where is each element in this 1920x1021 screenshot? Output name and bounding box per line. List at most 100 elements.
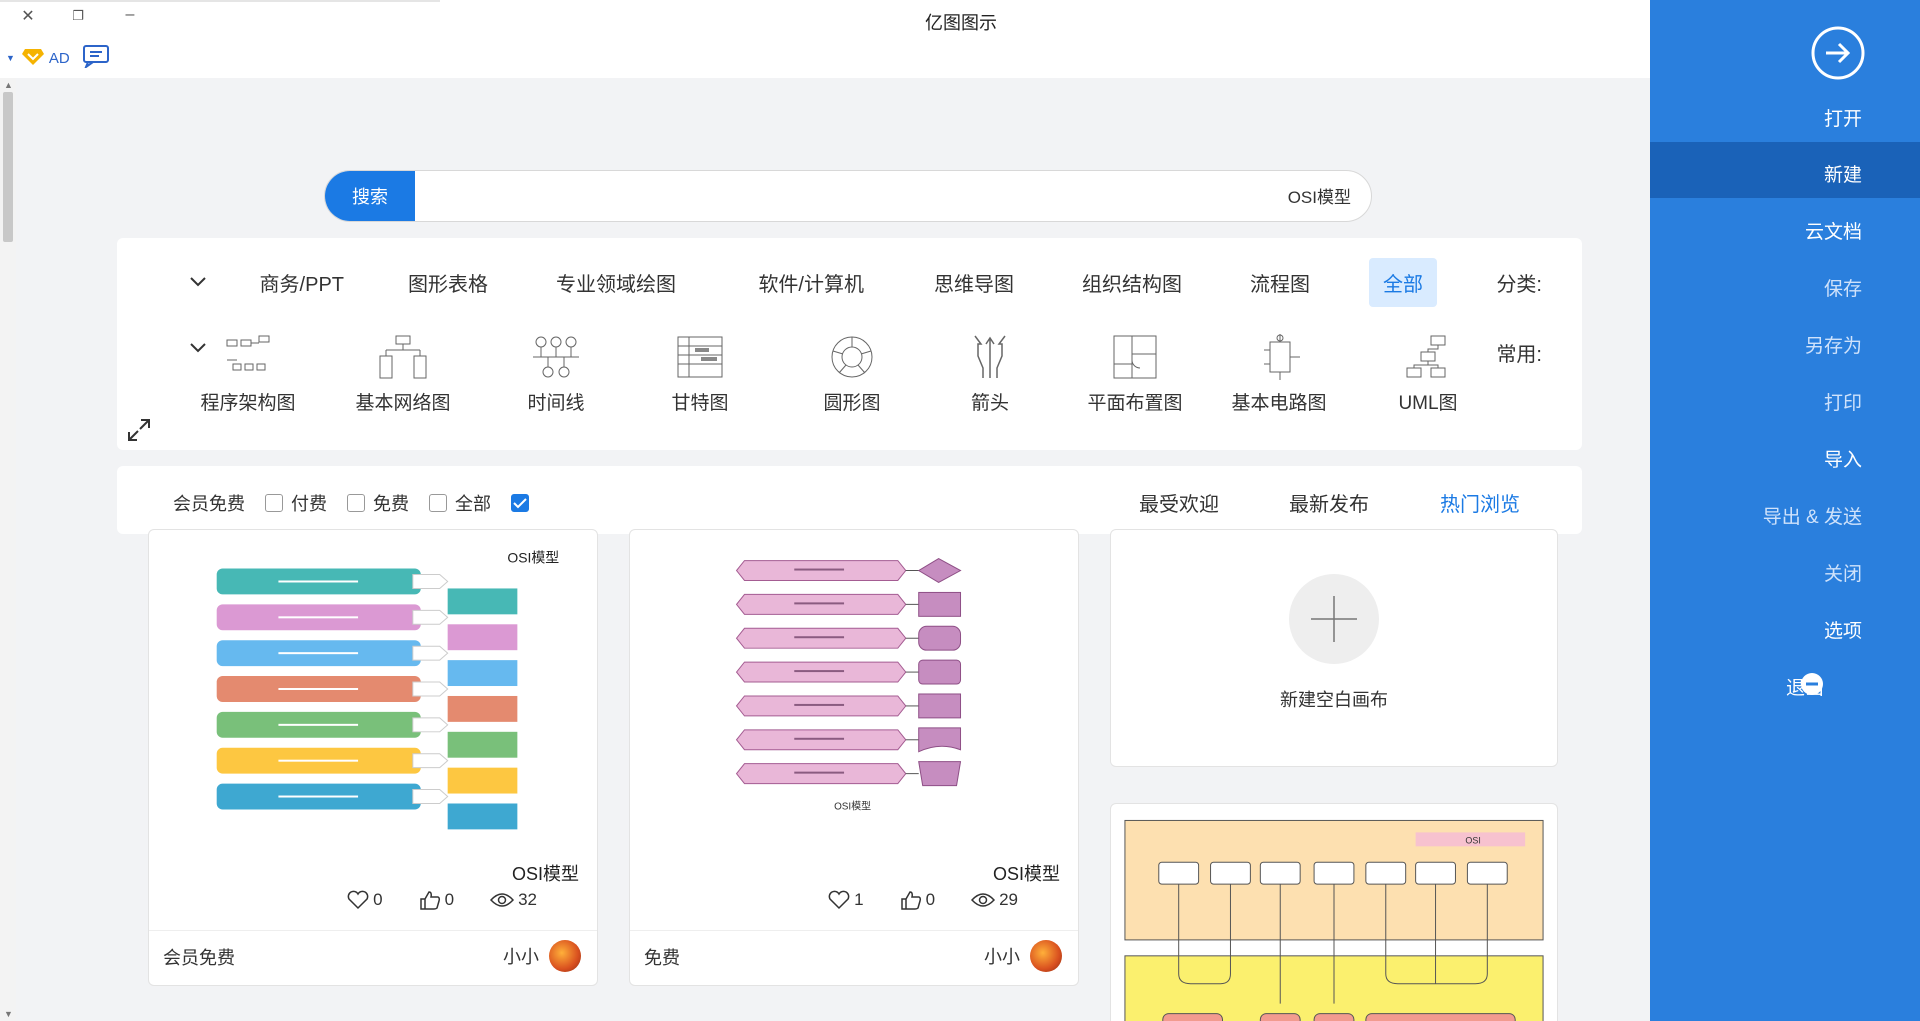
- common-item-label: 基本网络图: [355, 393, 451, 414]
- favorites-stat[interactable]: 1: [828, 890, 864, 910]
- filter-all-checkbox[interactable]: [511, 494, 529, 512]
- common-item-label: 基本电路图: [1231, 393, 1327, 414]
- restore-icon[interactable]: ❐: [68, 8, 88, 24]
- template-thumbnail: OSI模型: [216, 550, 559, 830]
- filter-all-label: 全部: [455, 494, 491, 514]
- filter-member-free-label: 会员免费: [173, 494, 245, 514]
- sidebar-item-export[interactable]: 导出 & 发送: [1763, 502, 1862, 529]
- circle-diagram-icon: [831, 336, 873, 378]
- plus-icon[interactable]: [1289, 574, 1379, 664]
- thumbnail-title: OSI模型: [834, 799, 871, 812]
- scroll-up-arrow-icon[interactable]: ▲: [4, 80, 13, 90]
- search-button[interactable]: 搜索: [325, 171, 415, 221]
- eye-icon: [971, 893, 996, 907]
- sidebar-item-close[interactable]: 关闭: [1824, 559, 1862, 586]
- scrollbar-thumb[interactable]: [3, 92, 13, 242]
- template-title[interactable]: OSI模型: [993, 860, 1060, 886]
- template-title[interactable]: OSI模型: [512, 860, 579, 886]
- filter-paid-label: 付费: [291, 494, 327, 514]
- tab-newest[interactable]: 最新发布: [1289, 488, 1369, 517]
- uml-icon: [1406, 335, 1446, 378]
- favorites-count: 1: [854, 890, 864, 909]
- common-item-label: 箭头: [970, 393, 1009, 414]
- common-program-architecture[interactable]: 程序架构图: [193, 334, 303, 415]
- template-author[interactable]: 小小: [984, 940, 1062, 972]
- template-price: 免费: [644, 948, 680, 968]
- likes-stat[interactable]: 0: [419, 890, 454, 910]
- tab-hot[interactable]: 热门浏览: [1440, 488, 1520, 517]
- sidebar-item-options[interactable]: 选项: [1824, 616, 1862, 643]
- sidebar-item-print[interactable]: 打印: [1824, 388, 1862, 415]
- common-arrows[interactable]: 箭头: [935, 334, 1045, 415]
- author-name: 小小: [503, 947, 539, 967]
- scroll-down-arrow-icon[interactable]: ▼: [4, 1009, 13, 1019]
- sidebar-item-new[interactable]: 新建: [1824, 160, 1862, 187]
- minimize-icon[interactable]: –: [120, 6, 140, 24]
- template-card[interactable]: OSI模型 OSI模型 0 0 32 小小 会员免费: [148, 529, 598, 986]
- category-graphic-table[interactable]: 图形表格: [408, 268, 488, 297]
- category-expand-chevron-icon[interactable]: [190, 274, 206, 290]
- filter-free-checkbox[interactable]: [429, 494, 447, 512]
- category-business-ppt[interactable]: 商务/PPT: [260, 268, 344, 297]
- common-uml[interactable]: UML图: [1373, 334, 1483, 415]
- filter-member-free-checkbox[interactable]: [265, 494, 283, 512]
- sidebar-item-cloud[interactable]: 云文档: [1805, 217, 1862, 244]
- views-stat: 32: [490, 890, 537, 910]
- fullscreen-expand-icon[interactable]: [127, 418, 151, 442]
- gantt-icon: [677, 336, 723, 378]
- arrows-icon: [974, 335, 1006, 378]
- template-card[interactable]: OSI: [1110, 803, 1558, 1021]
- thumbnail-title: OSI: [1465, 835, 1480, 845]
- template-price: 会员免费: [163, 948, 235, 968]
- common-item-label: 时间线: [527, 393, 585, 414]
- likes-count: 0: [925, 890, 936, 909]
- category-professional[interactable]: 专业领域绘图: [556, 268, 676, 297]
- circuit-icon: [1264, 334, 1300, 380]
- search-input[interactable]: [751, 185, 1351, 205]
- heart-icon: [828, 890, 850, 910]
- sidebar-item-import[interactable]: 导入: [1824, 445, 1862, 472]
- exit-icon[interactable]: [1800, 672, 1824, 696]
- heart-icon: [347, 890, 369, 910]
- tab-most-popular[interactable]: 最受欢迎: [1139, 488, 1219, 517]
- template-thumbnail: OSI: [1124, 819, 1544, 1021]
- sidebar-item-save-as[interactable]: 另存为: [1805, 331, 1862, 358]
- eye-icon: [490, 893, 515, 907]
- network-icon: [379, 335, 427, 379]
- card-divider: [630, 930, 1078, 931]
- common-circuit[interactable]: 基本电路图: [1224, 334, 1334, 415]
- sidebar-item-save[interactable]: 保存: [1824, 274, 1862, 301]
- category-org-chart[interactable]: 组织结构图: [1082, 268, 1182, 297]
- message-icon[interactable]: [80, 44, 110, 73]
- common-network[interactable]: 基本网络图: [348, 334, 458, 415]
- template-author[interactable]: 小小: [503, 940, 581, 972]
- template-card[interactable]: OSI模型 OSI模型 1 0 29 小小 免费: [629, 529, 1079, 986]
- category-flowchart[interactable]: 流程图: [1250, 268, 1310, 297]
- author-name: 小小: [984, 947, 1020, 967]
- category-software[interactable]: 软件/计算机: [758, 268, 864, 297]
- common-floorplan[interactable]: 平面布置图: [1080, 334, 1190, 415]
- thumbs-up-icon: [419, 891, 440, 910]
- category-all[interactable]: 全部: [1369, 258, 1437, 307]
- sidebar-item-open[interactable]: 打开: [1824, 104, 1862, 131]
- filter-paid-checkbox[interactable]: [347, 494, 365, 512]
- caret-down-icon[interactable]: ▼: [6, 53, 15, 63]
- close-icon[interactable]: ✕: [18, 6, 38, 26]
- vip-diamond-icon[interactable]: [21, 46, 45, 71]
- common-item-label: 甘特图: [671, 393, 729, 414]
- new-blank-canvas-card[interactable]: 新建空白画布: [1110, 529, 1558, 767]
- common-timeline[interactable]: 时间线: [501, 334, 611, 415]
- card-divider: [149, 930, 597, 931]
- favorites-count: 0: [373, 890, 383, 909]
- vertical-scrollbar[interactable]: ▲ ▼: [0, 78, 16, 1021]
- back-arrow-icon[interactable]: [1810, 25, 1866, 81]
- common-circle-diagram[interactable]: 圆形图: [797, 334, 907, 415]
- common-label: 常用:: [1496, 344, 1542, 366]
- category-mind-map[interactable]: 思维导图: [934, 268, 1014, 297]
- ad-label[interactable]: AD: [49, 50, 70, 67]
- category-panel: 分类: 全部 流程图 组织结构图 思维导图 软件/计算机 专业领域绘图 图形表格…: [117, 238, 1582, 450]
- common-gantt[interactable]: 甘特图: [645, 334, 755, 415]
- favorites-stat[interactable]: 0: [347, 890, 383, 910]
- timeline-icon: [533, 336, 579, 378]
- likes-stat[interactable]: 0: [900, 890, 935, 910]
